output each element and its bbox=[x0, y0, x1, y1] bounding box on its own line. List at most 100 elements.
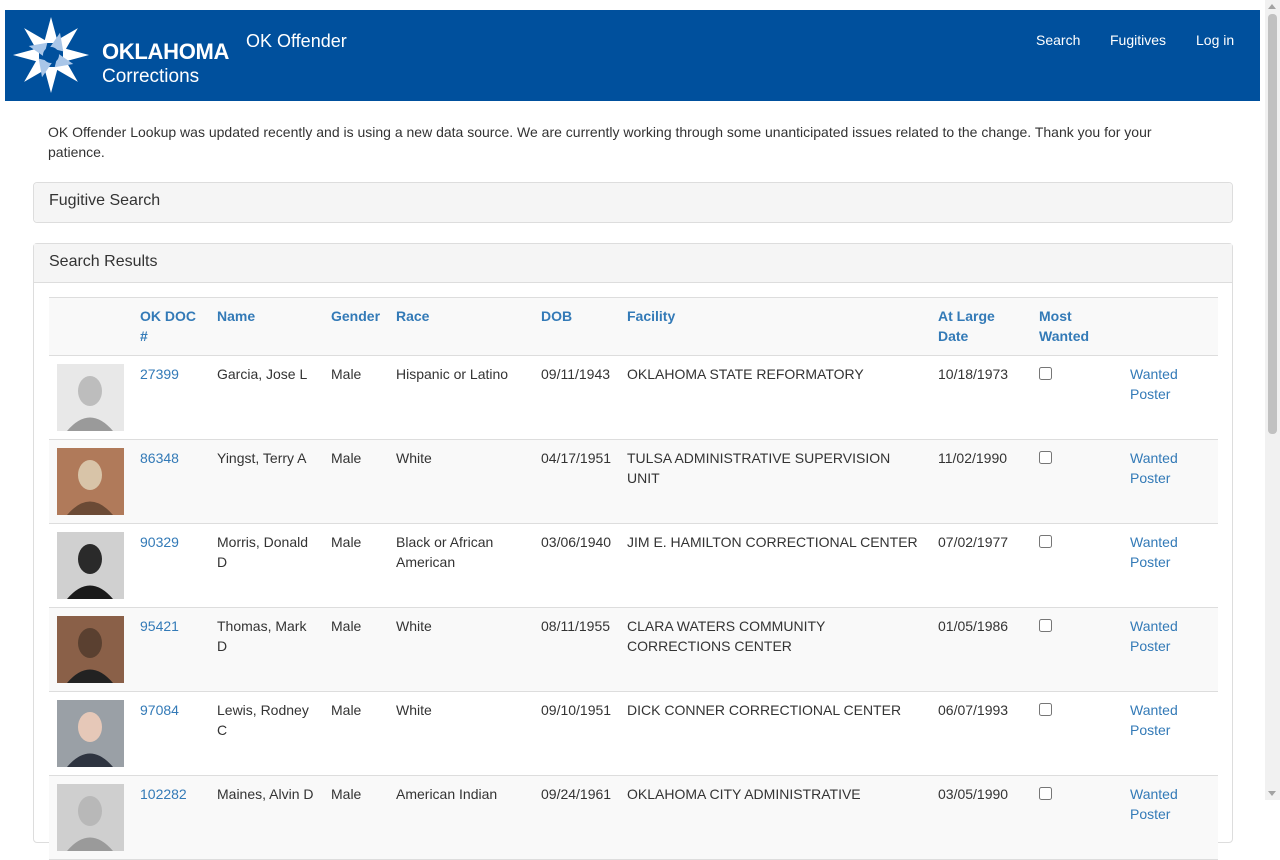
search-results-heading: Search Results bbox=[34, 244, 1232, 283]
most-wanted-checkbox-cell bbox=[1031, 439, 1122, 524]
offender-photo-cell bbox=[49, 355, 132, 440]
app-title[interactable]: OK Offender bbox=[246, 31, 347, 52]
offender-photo[interactable] bbox=[57, 364, 124, 431]
facility-column-header[interactable]: Facility bbox=[619, 297, 930, 356]
wanted-poster-link[interactable]: Wanted Poster bbox=[1130, 534, 1178, 570]
offender-name: Lewis, Rodney C bbox=[217, 702, 309, 738]
offender-dob: 03/06/1940 bbox=[541, 534, 612, 550]
nav-search-link[interactable]: Search bbox=[1036, 32, 1080, 48]
most-wanted-checkbox[interactable] bbox=[1039, 535, 1052, 548]
most-wanted-checkbox[interactable] bbox=[1039, 703, 1052, 716]
at-large-date: 11/02/1990 bbox=[938, 450, 1008, 466]
search-results-panel: Search Results OK DOC # Name Gender Race… bbox=[33, 243, 1233, 860]
table-row: 97084 Lewis, Rodney C Male White 09/10/1951 D… bbox=[49, 691, 1218, 776]
scroll-thumb[interactable] bbox=[1268, 14, 1277, 434]
offender-race-cell: White bbox=[388, 607, 533, 692]
at-large-date: 10/18/1973 bbox=[938, 366, 1009, 382]
offender-dob: 04/17/1951 bbox=[541, 450, 612, 466]
most-wanted-checkbox-cell bbox=[1031, 607, 1122, 692]
most-wanted-checkbox-cell bbox=[1031, 523, 1122, 608]
doc-number-link[interactable]: 97084 bbox=[140, 702, 179, 718]
wanted-poster-link[interactable]: Wanted Poster bbox=[1130, 702, 1178, 738]
table-row: 90329 Morris, Donald D Male Black or Africa… bbox=[49, 523, 1218, 608]
most-wanted-column-header[interactable]: Most Wanted bbox=[1031, 297, 1122, 356]
offender-gender: Male bbox=[331, 702, 362, 718]
table-row: 86348 Yingst, Terry A Male White 04/17/1951 T… bbox=[49, 439, 1218, 524]
offender-race-cell: Black or African American bbox=[388, 523, 533, 608]
navbar: OKLAHOMA Corrections OK Offender Search … bbox=[5, 10, 1260, 101]
nav-login-link[interactable]: Log in bbox=[1196, 32, 1234, 48]
offender-gender: Male bbox=[331, 618, 362, 634]
doc-column-header[interactable]: OK DOC # bbox=[132, 297, 209, 356]
table-row: 27399 Garcia, Jose L Male Hispanic or Latin… bbox=[49, 355, 1218, 440]
offender-race: Hispanic or Latino bbox=[396, 366, 509, 382]
offender-photo[interactable] bbox=[57, 784, 124, 851]
fugitive-search-heading[interactable]: Fugitive Search bbox=[34, 183, 1232, 222]
doc-number-link[interactable]: 90329 bbox=[140, 534, 179, 550]
offender-race-cell: Hispanic or Latino bbox=[388, 355, 533, 440]
offender-dob: 08/11/1955 bbox=[541, 618, 611, 634]
doc-number-link[interactable]: 27399 bbox=[140, 366, 179, 382]
offender-name: Yingst, Terry A bbox=[217, 450, 307, 466]
page-scrollbar[interactable] bbox=[1265, 0, 1280, 800]
photo-column-header bbox=[49, 297, 132, 356]
poster-column-header bbox=[1122, 297, 1218, 356]
offender-facility-cell: OKLAHOMA STATE REFORMATORY bbox=[619, 355, 930, 440]
offender-photo[interactable] bbox=[57, 700, 124, 767]
offender-name-cell: Thomas, Mark D bbox=[209, 607, 323, 692]
offender-photo[interactable] bbox=[57, 616, 124, 683]
offender-dob-cell: 03/06/1940 bbox=[533, 523, 619, 608]
offender-facility: JIM E. HAMILTON CORRECTIONAL CENTER bbox=[627, 534, 918, 550]
doc-number-link-cell: 27399 bbox=[132, 355, 209, 440]
gender-column-header[interactable]: Gender bbox=[323, 297, 388, 356]
offender-photo-cell bbox=[49, 523, 132, 608]
wanted-poster-link[interactable]: Wanted Poster bbox=[1130, 786, 1178, 822]
offender-gender-cell: Male bbox=[323, 607, 388, 692]
fugitive-search-panel: Fugitive Search bbox=[33, 182, 1233, 223]
table-row: 102282 Maines, Alvin D Male American Indian… bbox=[49, 775, 1218, 860]
offender-gender: Male bbox=[331, 450, 362, 466]
most-wanted-checkbox[interactable] bbox=[1039, 367, 1052, 380]
offender-facility-cell: DICK CONNER CORRECTIONAL CENTER bbox=[619, 691, 930, 776]
doc-number-link-cell: 102282 bbox=[132, 775, 209, 860]
most-wanted-checkbox[interactable] bbox=[1039, 451, 1052, 464]
doc-number-link[interactable]: 95421 bbox=[140, 618, 179, 634]
doc-number-link[interactable]: 86348 bbox=[140, 450, 179, 466]
wanted-poster-link[interactable]: Wanted Poster bbox=[1130, 366, 1178, 402]
offender-photo[interactable] bbox=[57, 448, 124, 515]
offender-facility: CLARA WATERS COMMUNITY CORRECTIONS CENTE… bbox=[627, 618, 826, 654]
doc-number-link-cell: 90329 bbox=[132, 523, 209, 608]
doc-number-link-cell: 86348 bbox=[132, 439, 209, 524]
offender-race-cell: White bbox=[388, 691, 533, 776]
at-large-date-cell: 11/02/1990 bbox=[930, 439, 1031, 524]
offender-gender: Male bbox=[331, 534, 362, 550]
offender-race-cell: American Indian bbox=[388, 775, 533, 860]
nav-fugitives-link[interactable]: Fugitives bbox=[1110, 32, 1166, 48]
race-column-header[interactable]: Race bbox=[388, 297, 533, 356]
most-wanted-checkbox[interactable] bbox=[1039, 787, 1052, 800]
offender-facility-cell: JIM E. HAMILTON CORRECTIONAL CENTER bbox=[619, 523, 930, 608]
offender-name: Morris, Donald D bbox=[217, 534, 309, 570]
offender-race: Black or African American bbox=[396, 534, 494, 570]
scroll-down-icon[interactable] bbox=[1268, 791, 1276, 796]
offender-gender-cell: Male bbox=[323, 439, 388, 524]
scroll-up-icon[interactable] bbox=[1268, 4, 1276, 9]
offender-name-cell: Lewis, Rodney C bbox=[209, 691, 323, 776]
offender-facility-cell: CLARA WATERS COMMUNITY CORRECTIONS CENTE… bbox=[619, 607, 930, 692]
star-logo-icon[interactable] bbox=[11, 15, 91, 95]
offender-photo[interactable] bbox=[57, 532, 124, 599]
offender-race: White bbox=[396, 702, 432, 718]
most-wanted-checkbox[interactable] bbox=[1039, 619, 1052, 632]
doc-number-link-cell: 95421 bbox=[132, 607, 209, 692]
offender-gender-cell: Male bbox=[323, 523, 388, 608]
wanted-poster-link[interactable]: Wanted Poster bbox=[1130, 618, 1178, 654]
name-column-header[interactable]: Name bbox=[209, 297, 323, 356]
offender-dob: 09/11/1943 bbox=[541, 366, 611, 382]
offender-dob: 09/10/1951 bbox=[541, 702, 612, 718]
dob-column-header[interactable]: DOB bbox=[533, 297, 619, 356]
offender-dob-cell: 09/11/1943 bbox=[533, 355, 619, 440]
wanted-poster-link[interactable]: Wanted Poster bbox=[1130, 450, 1178, 486]
wanted-poster-link-cell: Wanted Poster bbox=[1122, 439, 1218, 524]
at-large-column-header[interactable]: At Large Date bbox=[930, 297, 1031, 356]
at-large-date-cell: 01/05/1986 bbox=[930, 607, 1031, 692]
